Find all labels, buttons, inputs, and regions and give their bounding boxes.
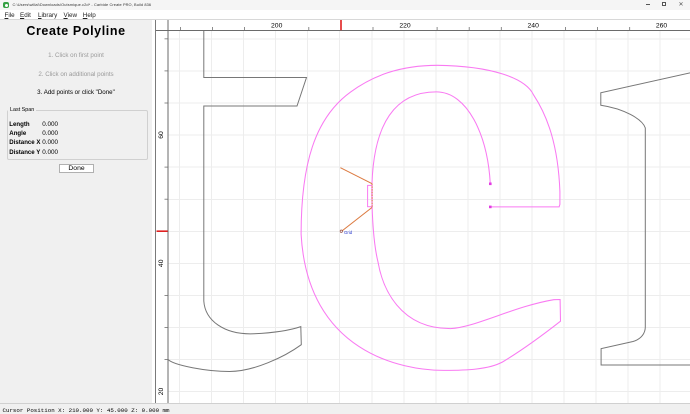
svg-text:220: 220 — [399, 22, 411, 29]
svg-text:Grid: Grid — [344, 230, 353, 235]
svg-text:200: 200 — [271, 22, 283, 29]
svg-text:20: 20 — [158, 387, 165, 395]
svg-text:260: 260 — [655, 22, 667, 29]
svg-text:40: 40 — [158, 259, 165, 267]
svg-text:60: 60 — [158, 131, 165, 139]
svg-text:240: 240 — [527, 22, 539, 29]
